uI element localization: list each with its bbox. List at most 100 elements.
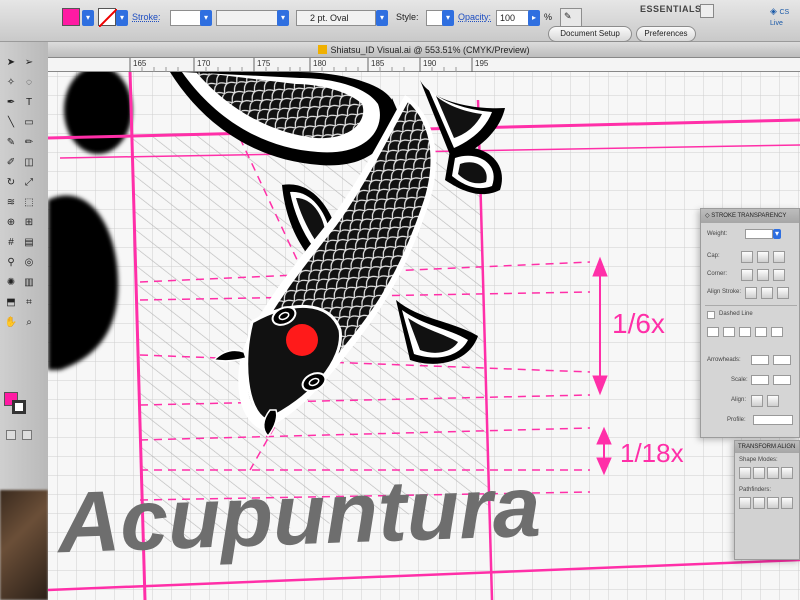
gap-field-2[interactable]: [755, 327, 767, 337]
document-tab[interactable]: Shiatsu_ID Visual.ai @ 553.51% (CMYK/Pre…: [48, 42, 800, 58]
opacity-field[interactable]: 100: [496, 10, 530, 26]
dash-field-2[interactable]: [739, 327, 751, 337]
merge-icon[interactable]: [767, 497, 779, 509]
fill-swatch[interactable]: [62, 8, 80, 26]
minus-front-icon[interactable]: [753, 467, 765, 479]
document-title: Shiatsu_ID Visual.ai @ 553.51% (CMYK/Pre…: [330, 45, 530, 55]
profile-dropdown-icon[interactable]: ▾: [277, 10, 289, 26]
eyedropper-tool-icon[interactable]: ⚲: [4, 256, 18, 270]
percent-sign: %: [544, 12, 553, 22]
artboard-tool-icon[interactable]: ⬒: [4, 296, 18, 310]
document-setup-button[interactable]: Document Setup: [548, 26, 632, 42]
opacity-dropdown-icon[interactable]: ▸: [528, 10, 540, 26]
exclude-icon[interactable]: [781, 467, 793, 479]
pencil-tool-icon[interactable]: ✏: [22, 136, 36, 150]
stroke-weight-field[interactable]: [170, 10, 202, 26]
artboard-canvas[interactable]: 1/6x 1/18x Acupuntura: [48, 72, 800, 600]
width-profile-select[interactable]: [753, 415, 793, 425]
butt-cap-icon[interactable]: [741, 251, 753, 263]
arrow-align-end-icon[interactable]: [767, 395, 779, 407]
recolor-artwork-icon[interactable]: ✎: [560, 8, 582, 28]
dimension-label-top: 1/6x: [612, 308, 665, 339]
shape-builder-tool-icon[interactable]: ⊕: [4, 216, 18, 230]
crop-icon[interactable]: [781, 497, 793, 509]
variable-width-profile[interactable]: [216, 10, 278, 26]
pen-tool-icon[interactable]: ✒: [4, 96, 18, 110]
brand-wordmark: Acupuntura: [54, 459, 542, 572]
brush-dropdown-icon[interactable]: ▾: [376, 10, 388, 26]
zoom-tool-icon[interactable]: ⌕: [22, 316, 36, 330]
line-tool-icon[interactable]: ╲: [4, 116, 18, 130]
perspective-grid-tool-icon[interactable]: ⊞: [22, 216, 36, 230]
divide-icon[interactable]: [739, 497, 751, 509]
weight-field[interactable]: [745, 229, 773, 239]
dashed-line-checkbox[interactable]: [707, 311, 715, 319]
search-icon[interactable]: [700, 4, 714, 18]
ruler-ticks: 165 170 175 180 185 190 195: [129, 58, 489, 72]
intersect-icon[interactable]: [767, 467, 779, 479]
brush-definition-field[interactable]: 2 pt. Oval: [296, 10, 376, 26]
gradient-tool-icon[interactable]: ▤: [22, 236, 36, 250]
mesh-tool-icon[interactable]: #: [4, 236, 18, 250]
free-transform-tool-icon[interactable]: ⬚: [22, 196, 36, 210]
align-center-icon[interactable]: [745, 287, 757, 299]
ruler-tick-label: 175: [257, 59, 271, 68]
rotate-tool-icon[interactable]: ↻: [4, 176, 18, 190]
magic-wand-tool-icon[interactable]: ✧: [4, 76, 18, 90]
bevel-join-icon[interactable]: [773, 269, 785, 281]
preferences-button[interactable]: Preferences: [636, 26, 696, 42]
stroke-weight-dropdown-icon[interactable]: ▾: [200, 10, 212, 26]
rectangle-tool-icon[interactable]: ▭: [22, 116, 36, 130]
end-scale-field[interactable]: [773, 375, 791, 385]
lasso-tool-icon[interactable]: ◌: [22, 76, 36, 90]
panel-divider: [705, 305, 797, 306]
warp-tool-icon[interactable]: ≋: [4, 196, 18, 210]
stroke-label[interactable]: Stroke:: [132, 12, 161, 22]
end-arrowhead-select[interactable]: [773, 355, 791, 365]
cs-live-label[interactable]: ◈ CS Live: [770, 6, 800, 27]
stroke-color-box[interactable]: [12, 400, 26, 414]
stroke-swatch[interactable]: [98, 8, 118, 28]
selection-tool-icon[interactable]: ➤: [4, 56, 18, 70]
align-inside-icon[interactable]: [761, 287, 773, 299]
miter-join-icon[interactable]: [741, 269, 753, 281]
horizontal-ruler[interactable]: 165 170 175 180 185 190 195: [48, 58, 800, 72]
weight-dropdown-icon[interactable]: ▾: [773, 229, 781, 239]
direct-selection-tool-icon[interactable]: ➢: [22, 56, 36, 70]
round-join-icon[interactable]: [757, 269, 769, 281]
screen-mode-icon[interactable]: [22, 430, 32, 440]
weight-label: Weight:: [707, 231, 728, 237]
style-dropdown-icon[interactable]: ▾: [442, 10, 454, 26]
stroke-dropdown-icon[interactable]: ▾: [116, 10, 128, 26]
stroke-panel-tabs[interactable]: ◇ STROKE TRANSPARENCY: [701, 209, 799, 223]
arrow-align-tip-icon[interactable]: [751, 395, 763, 407]
hand-tool-icon[interactable]: ✋: [4, 316, 18, 330]
square-cap-icon[interactable]: [773, 251, 785, 263]
paintbrush-tool-icon[interactable]: ✎: [4, 136, 18, 150]
symbol-sprayer-tool-icon[interactable]: ✺: [4, 276, 18, 290]
start-scale-field[interactable]: [751, 375, 769, 385]
pathfinder-panel-tabs[interactable]: TRANSFORM ALIGN: [735, 441, 799, 453]
draw-normal-mode-icon[interactable]: [6, 430, 16, 440]
scale-tool-icon[interactable]: ⤢: [22, 176, 36, 190]
type-tool-icon[interactable]: T: [22, 96, 36, 110]
graph-tool-icon[interactable]: ▥: [22, 276, 36, 290]
opacity-label[interactable]: Opacity:: [458, 12, 491, 22]
blob-brush-tool-icon[interactable]: ✐: [4, 156, 18, 170]
dash-field-3[interactable]: [771, 327, 783, 337]
dimension-label-bottom: 1/18x: [620, 438, 684, 468]
gap-field-1[interactable]: [723, 327, 735, 337]
eraser-tool-icon[interactable]: ◫: [22, 156, 36, 170]
slice-tool-icon[interactable]: ⌗: [22, 296, 36, 310]
fill-dropdown-icon[interactable]: ▾: [82, 10, 94, 26]
blend-tool-icon[interactable]: ◎: [22, 256, 36, 270]
start-arrowhead-select[interactable]: [751, 355, 769, 365]
arrowheads-label: Arrowheads:: [707, 357, 741, 363]
align-outside-icon[interactable]: [777, 287, 789, 299]
blurred-desk-background: [0, 490, 48, 600]
dash-field-1[interactable]: [707, 327, 719, 337]
unite-icon[interactable]: [739, 467, 751, 479]
round-cap-icon[interactable]: [757, 251, 769, 263]
trim-icon[interactable]: [753, 497, 765, 509]
scale-label: Scale:: [731, 377, 748, 383]
